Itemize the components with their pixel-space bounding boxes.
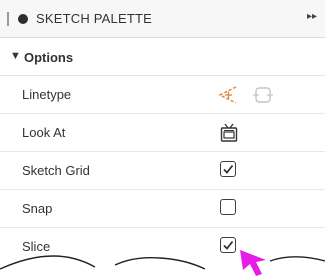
- drag-handle[interactable]: [7, 12, 9, 26]
- snap-label: Snap: [22, 201, 53, 216]
- sketch-grid-checkbox[interactable]: [220, 161, 236, 177]
- row-linetype: Linetype: [0, 76, 325, 114]
- palette-status-icon: [18, 14, 28, 24]
- slice-label: Slice: [22, 239, 51, 254]
- double-chevron-right-icon[interactable]: ▸▸: [307, 11, 317, 22]
- sketch-palette: SKETCH PALETTE ▸▸ ▼ Options Linetype Loo…: [0, 0, 325, 278]
- linetype-construction-icon[interactable]: [216, 84, 240, 111]
- linetype-centerline-icon[interactable]: [252, 84, 274, 111]
- slice-checkbox[interactable]: [220, 237, 236, 253]
- look-at-icon[interactable]: [219, 122, 239, 149]
- palette-title: SKETCH PALETTE: [36, 11, 152, 26]
- pointer-arrow-icon: [240, 250, 266, 276]
- linetype-label: Linetype: [22, 87, 72, 102]
- options-section-header[interactable]: ▼ Options: [0, 38, 325, 76]
- caret-down-icon[interactable]: ▼: [10, 50, 21, 62]
- look-at-label: Look At: [22, 125, 66, 140]
- row-look-at: Look At: [0, 114, 325, 152]
- sketch-grid-label: Sketch Grid: [22, 163, 90, 178]
- row-snap: Snap: [0, 190, 325, 228]
- palette-titlebar[interactable]: SKETCH PALETTE ▸▸: [0, 0, 325, 38]
- snap-checkbox[interactable]: [220, 199, 236, 215]
- row-sketch-grid: Sketch Grid: [0, 152, 325, 190]
- torn-edge-decoration: [0, 255, 325, 278]
- options-section-title: Options: [24, 50, 74, 65]
